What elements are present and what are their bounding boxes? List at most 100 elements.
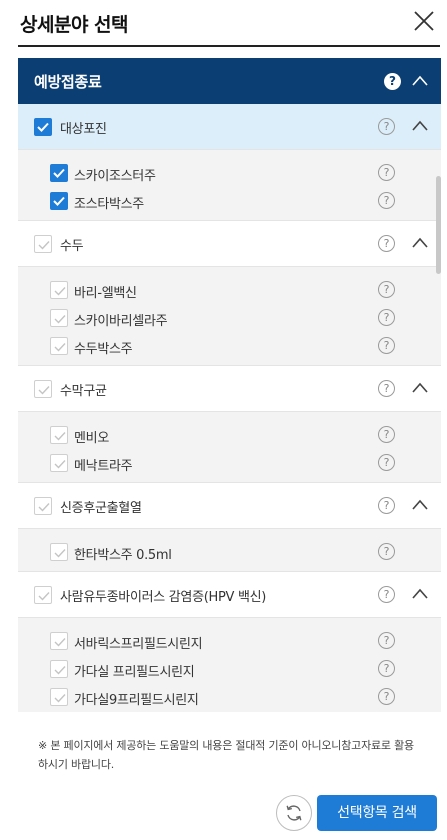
group-row[interactable]: 신증후군출혈열? xyxy=(18,483,441,529)
refresh-button[interactable] xyxy=(276,795,312,831)
subcategory-list: 대상포진? 스카이조스터주? 조스타박스주? 수두? 바리-엘백신? 스카이바리셀라주? 수… xyxy=(18,104,441,712)
check-icon xyxy=(53,168,65,178)
check-icon xyxy=(38,592,50,601)
sub-item-row[interactable]: 수두박스주? xyxy=(18,332,441,360)
checkbox[interactable] xyxy=(50,632,68,650)
sub-item-list: 스카이조스터주? 조스타박스주? xyxy=(18,150,441,221)
sub-item-row[interactable]: 바리-엘백신? xyxy=(18,276,441,304)
help-icon[interactable]: ? xyxy=(378,497,395,514)
sub-item-label: 멘비오 xyxy=(74,431,109,446)
group-row[interactable]: 수막구균? xyxy=(18,366,441,412)
sub-item-row[interactable]: 서바릭스프리필드시린지? xyxy=(18,627,441,655)
checkbox[interactable] xyxy=(34,235,52,253)
chevron-up-icon[interactable] xyxy=(411,234,429,252)
sub-item-label: 가다실9프리필드시린지 xyxy=(74,693,199,708)
group-label: 대상포진 xyxy=(60,122,107,137)
group-row[interactable]: 사람유두종바이러스 감염증(HPV 백신)? xyxy=(18,572,441,618)
sub-item-row[interactable]: 스카이조스터주? xyxy=(18,159,441,187)
sub-item-row[interactable]: 가다실 프리필드시린지? xyxy=(18,655,441,683)
header-divider xyxy=(18,45,440,47)
group-label: 신증후군출혈열 xyxy=(60,501,142,516)
checkbox[interactable] xyxy=(50,337,68,355)
checkbox[interactable] xyxy=(34,497,52,515)
checkbox[interactable] xyxy=(34,118,52,136)
help-icon[interactable]: ? xyxy=(378,337,395,354)
checkbox[interactable] xyxy=(50,454,68,472)
checkbox[interactable] xyxy=(34,586,52,604)
group-label: 수막구균 xyxy=(60,384,107,399)
checkbox[interactable] xyxy=(50,660,68,678)
help-icon[interactable]: ? xyxy=(378,118,395,135)
chevron-up-icon[interactable] xyxy=(411,496,429,514)
scrollbar[interactable] xyxy=(436,176,441,274)
search-selected-button[interactable]: 선택항목 검색 xyxy=(317,795,437,831)
sub-item-row[interactable]: 가다실9프리필드시린지? xyxy=(18,683,441,711)
group-row[interactable]: 대상포진? xyxy=(18,104,441,150)
check-icon xyxy=(54,638,66,647)
chevron-up-icon[interactable] xyxy=(411,379,429,397)
sub-item-list: 한타박스주 0.5ml? xyxy=(18,529,441,572)
dialog-header: 상세분야 선택 xyxy=(0,0,447,48)
sub-item-label: 수두박스주 xyxy=(74,342,133,357)
refresh-icon xyxy=(286,805,302,821)
help-icon[interactable]: ? xyxy=(378,660,395,677)
sub-item-row[interactable]: 멘비오? xyxy=(18,421,441,449)
help-icon[interactable]: ? xyxy=(378,543,395,560)
sub-item-list: 바리-엘백신? 스카이바리셀라주? 수두박스주? xyxy=(18,267,441,366)
close-button[interactable] xyxy=(411,8,437,34)
check-icon xyxy=(38,503,50,512)
sub-item-label: 스카이조스터주 xyxy=(74,169,156,184)
help-icon[interactable]: ? xyxy=(378,380,395,397)
category-help-icon[interactable]: ? xyxy=(384,73,401,90)
group-label: 수두 xyxy=(60,239,84,254)
checkbox[interactable] xyxy=(50,164,68,182)
chevron-up-icon[interactable] xyxy=(411,72,429,90)
sub-item-list: 서바릭스프리필드시린지? 가다실 프리필드시린지? 가다실9프리필드시린지? xyxy=(18,618,441,712)
checkbox[interactable] xyxy=(50,192,68,210)
sub-item-label: 메낙트라주 xyxy=(74,459,133,474)
group-row[interactable]: 수두? xyxy=(18,221,441,267)
help-icon[interactable]: ? xyxy=(378,192,395,209)
check-icon xyxy=(37,122,49,132)
help-icon[interactable]: ? xyxy=(378,426,395,443)
help-notice: ※ 본 페이지에서 제공하는 도움말의 내용은 절대적 기준이 아니오니참고자료… xyxy=(38,739,414,771)
help-icon[interactable]: ? xyxy=(378,235,395,252)
checkbox[interactable] xyxy=(34,380,52,398)
sub-item-label: 한타박스주 0.5ml xyxy=(74,548,172,563)
sub-item-label: 서바릭스프리필드시린지 xyxy=(74,637,203,652)
close-icon xyxy=(414,11,434,31)
check-icon xyxy=(38,241,50,250)
check-icon xyxy=(54,549,66,558)
sub-item-row[interactable]: 한타박스주 0.5ml? xyxy=(18,538,441,566)
check-icon xyxy=(54,287,66,296)
help-icon[interactable]: ? xyxy=(378,586,395,603)
check-icon xyxy=(54,694,66,703)
chevron-up-icon[interactable] xyxy=(411,585,429,603)
sub-item-row[interactable]: 메낙트라주? xyxy=(18,449,441,477)
check-icon xyxy=(54,343,66,352)
dialog-title: 상세분야 선택 xyxy=(20,14,129,36)
check-icon xyxy=(54,460,66,469)
help-icon[interactable]: ? xyxy=(378,688,395,705)
sub-item-row[interactable]: 조스타박스주? xyxy=(18,187,441,215)
category-header[interactable]: 예방접종료 ? xyxy=(18,58,441,104)
checkbox[interactable] xyxy=(50,688,68,706)
help-icon[interactable]: ? xyxy=(378,309,395,326)
category-title: 예방접종료 xyxy=(34,73,102,91)
checkbox[interactable] xyxy=(50,426,68,444)
sub-item-label: 조스타박스주 xyxy=(74,197,144,212)
sub-item-label: 바리-엘백신 xyxy=(74,286,137,301)
group-label: 사람유두종바이러스 감염증(HPV 백신) xyxy=(60,590,267,605)
category-panel[interactable]: 예방접종료 ? 대상포진? 스카이조스터주? 조스타박스주? 수두? 바리-엘백신? 스카… xyxy=(18,58,441,712)
sub-item-label: 스카이바리셀라주 xyxy=(74,314,168,329)
help-icon[interactable]: ? xyxy=(378,632,395,649)
checkbox[interactable] xyxy=(50,543,68,561)
help-icon[interactable]: ? xyxy=(378,281,395,298)
help-icon[interactable]: ? xyxy=(378,164,395,181)
chevron-up-icon[interactable] xyxy=(411,117,429,135)
help-icon[interactable]: ? xyxy=(378,454,395,471)
sub-item-row[interactable]: 스카이바리셀라주? xyxy=(18,304,441,332)
checkbox[interactable] xyxy=(50,309,68,327)
check-icon xyxy=(53,196,65,206)
checkbox[interactable] xyxy=(50,281,68,299)
